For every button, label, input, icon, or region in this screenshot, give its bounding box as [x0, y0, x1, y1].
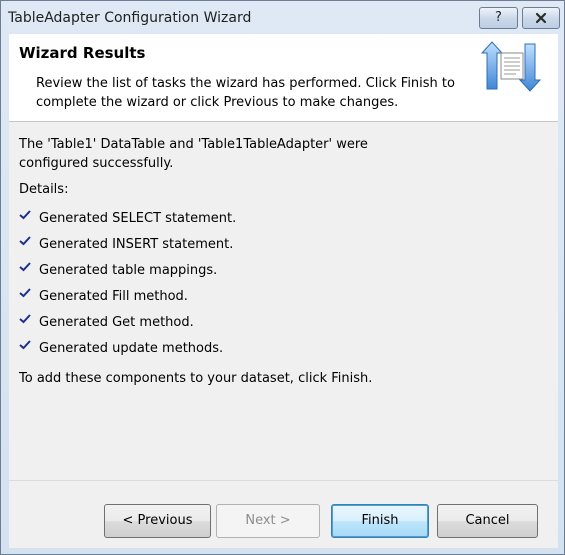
task-label: Generated INSERT statement. [39, 237, 234, 252]
page-title: Wizard Results [19, 44, 146, 62]
previous-button[interactable]: < Previous [104, 504, 211, 538]
header-panel: Wizard Results Review the list of tasks … [9, 34, 558, 122]
check-icon [19, 210, 31, 220]
check-icon [19, 262, 31, 272]
title-bar[interactable]: TableAdapter Configuration Wizard ? [1, 1, 564, 34]
task-label: Generated Fill method. [39, 289, 188, 304]
details-label: Details: [19, 182, 69, 197]
task-label: Generated SELECT statement. [39, 211, 237, 226]
cancel-button[interactable]: Cancel [437, 504, 538, 538]
close-button[interactable] [522, 7, 560, 29]
next-button: Next > [216, 504, 320, 538]
task-label: Generated Get method. [39, 315, 194, 330]
help-icon: ? [495, 10, 502, 25]
check-icon [19, 288, 31, 298]
check-icon [19, 236, 31, 246]
check-icon [19, 340, 31, 350]
page-description: Review the list of tasks the wizard has … [36, 76, 455, 110]
result-message: The 'Table1' DataTable and 'Table1TableA… [19, 137, 368, 171]
wizard-window: TableAdapter Configuration Wizard ? Wiza… [0, 0, 565, 555]
window-title: TableAdapter Configuration Wizard [8, 10, 252, 26]
close-icon [535, 12, 547, 23]
results-content: The 'Table1' DataTable and 'Table1TableA… [9, 122, 558, 480]
wizard-arrows-icon [481, 41, 541, 92]
task-label: Generated table mappings. [39, 263, 218, 278]
task-label: Generated update methods. [39, 341, 224, 356]
finish-button[interactable]: Finish [331, 504, 429, 538]
help-button[interactable]: ? [479, 7, 518, 29]
button-bar: < Previous Next > Finish Cancel [9, 480, 558, 548]
finish-note: To add these components to your dataset,… [19, 371, 373, 386]
check-icon [19, 314, 31, 324]
